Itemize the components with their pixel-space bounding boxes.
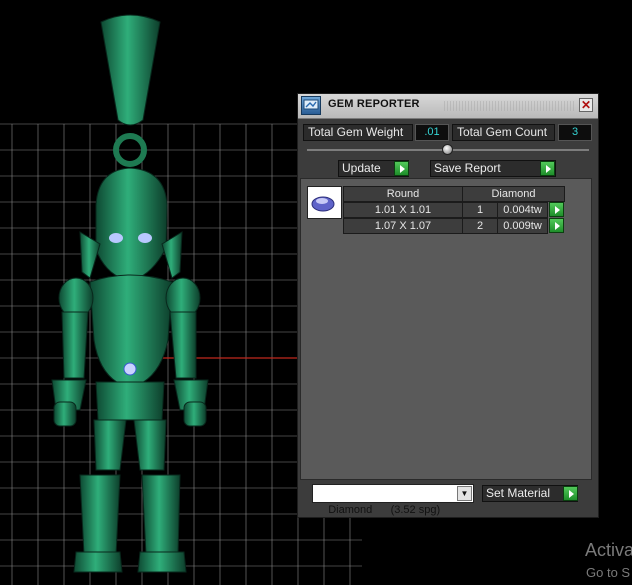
gem-reporter-icon-glyph xyxy=(303,99,319,110)
table-header-material: Diamond xyxy=(462,186,565,202)
activation-watermark-title: Activa xyxy=(585,540,632,560)
set-material-go-icon[interactable] xyxy=(563,486,578,501)
material-select-value: Diamond (3.52 spg) xyxy=(328,504,441,516)
save-report-button-label: Save Report xyxy=(434,161,501,175)
diamond-icon xyxy=(311,196,335,212)
gem-reporter-icon xyxy=(301,96,321,115)
row-size: 1.07 X 1.07 xyxy=(343,218,463,234)
activation-watermark-subtitle: Go to S xyxy=(586,565,631,580)
slider-knob[interactable] xyxy=(442,144,453,155)
total-gem-weight-value: .01 xyxy=(415,124,449,141)
titlebar-grip xyxy=(444,101,574,111)
panel-titlebar[interactable]: GEM REPORTER ✕ xyxy=(298,94,598,119)
diamond-gem-thumbnail[interactable] xyxy=(307,186,342,219)
row-go-icon[interactable] xyxy=(549,202,564,217)
chevron-down-icon[interactable]: ▼ xyxy=(457,486,472,501)
row-weight: 0.004tw xyxy=(497,202,548,218)
row-size: 1.01 X 1.01 xyxy=(343,202,463,218)
update-go-icon[interactable] xyxy=(394,161,409,176)
gem-reporter-panel: GEM REPORTER ✕ Total Gem Weight .01 Tota… xyxy=(297,93,599,518)
save-report-button[interactable]: Save Report xyxy=(430,160,556,177)
row-count: 2 xyxy=(462,218,498,234)
row-count: 1 xyxy=(462,202,498,218)
panel-title: GEM REPORTER xyxy=(328,98,420,110)
total-gem-count-label: Total Gem Count xyxy=(452,124,555,141)
table-header-shape: Round xyxy=(343,186,463,202)
material-select[interactable]: Diamond (3.52 spg) ▼ xyxy=(312,484,474,516)
total-gem-weight-label: Total Gem Weight xyxy=(303,124,413,141)
save-report-go-icon[interactable] xyxy=(540,161,555,176)
row-go-icon[interactable] xyxy=(549,218,564,233)
set-material-button-label: Set Material xyxy=(486,486,551,500)
row-weight: 0.009tw xyxy=(497,218,548,234)
total-gem-count-value: 3 xyxy=(558,124,592,141)
close-button[interactable]: ✕ xyxy=(579,98,593,112)
update-button-label: Update xyxy=(342,161,381,175)
